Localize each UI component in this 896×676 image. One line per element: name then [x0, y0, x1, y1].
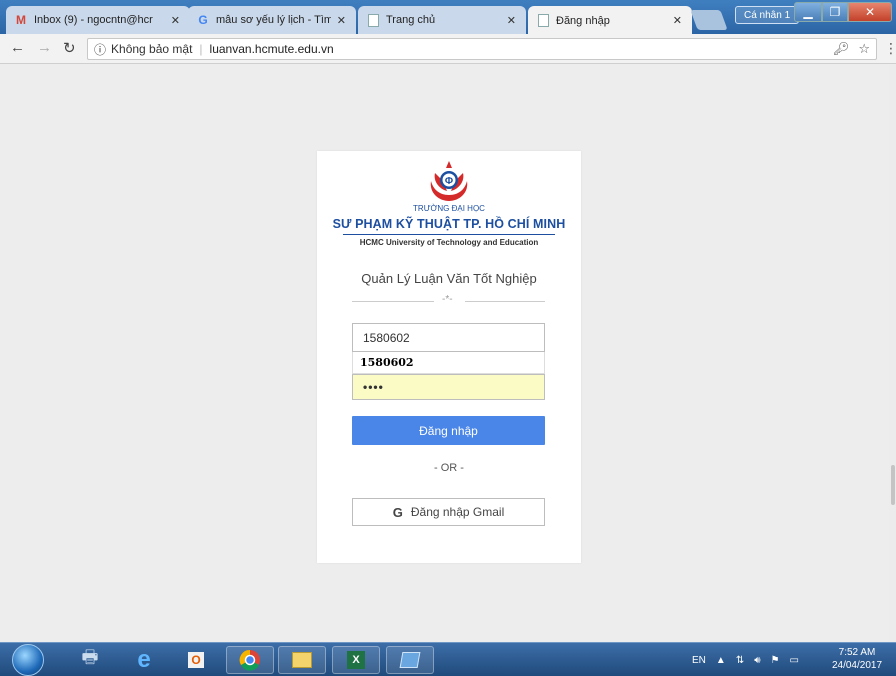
separator: |: [199, 42, 203, 56]
info-icon[interactable]: ⓘ: [94, 41, 106, 58]
divider-mark: -*-: [442, 294, 453, 305]
menu-dots-icon[interactable]: ⋮: [884, 40, 896, 57]
tab-close-icon[interactable]: ✕: [337, 14, 346, 27]
gmail-icon: M: [16, 13, 26, 27]
page-icon: [366, 13, 380, 27]
svg-text:Φ: Φ: [445, 176, 453, 187]
display-icon[interactable]: ▭: [789, 655, 798, 666]
scrollbar-thumb[interactable]: [891, 465, 895, 505]
university-name: SƯ PHẠM KỸ THUẬT TP. HỒ CHÍ MINH: [332, 217, 566, 231]
language-indicator[interactable]: EN: [692, 655, 706, 666]
internet-explorer-icon[interactable]: e: [120, 646, 168, 674]
tab-close-icon[interactable]: ✕: [507, 14, 516, 27]
scrollbar[interactable]: [889, 65, 896, 642]
bookmark-star-icon[interactable]: ☆: [858, 41, 870, 57]
app-title: Quản Lý Luận Văn Tốt Nghiệp: [361, 271, 537, 286]
autocomplete-suggestion[interactable]: 1580602: [352, 352, 545, 374]
security-label: Không bảo mật: [111, 42, 193, 56]
system-tray: EN ▲ ⇅ 🔊︎ ⚑ ▭: [692, 643, 799, 676]
maximize-icon[interactable]: ❐: [822, 2, 848, 22]
browser-tab-strip: M Inbox (9) - ngocntn@hcr ✕ G mẫu sơ yếu…: [0, 0, 896, 35]
tab-google-search[interactable]: G mẫu sơ yếu lý lịch - Tìm ✕: [188, 6, 356, 34]
university-underline: [343, 234, 555, 235]
tray-expand-icon[interactable]: ▲: [716, 655, 726, 666]
excel-icon[interactable]: X: [332, 646, 380, 674]
chrome-icon[interactable]: [226, 646, 274, 674]
url-text[interactable]: luanvan.hcmute.edu.vn: [210, 42, 334, 56]
tab-title: mẫu sơ yếu lý lịch - Tìm: [216, 14, 331, 26]
tab-close-icon[interactable]: ✕: [673, 14, 682, 27]
new-tab-button[interactable]: [690, 10, 728, 30]
clock-date: 24/04/2017: [831, 660, 883, 671]
reload-icon[interactable]: ↻: [63, 39, 76, 57]
tab-trang-chu[interactable]: Trang chủ ✕: [358, 6, 526, 34]
username-input[interactable]: 1580602: [352, 323, 545, 352]
start-button-icon[interactable]: [12, 644, 44, 676]
taskbar-clock[interactable]: 7:52 AM 24/04/2017: [826, 646, 888, 672]
tab-title: Trang chủ: [386, 14, 436, 26]
forward-arrow-icon[interactable]: →: [37, 39, 52, 56]
university-prefix: TRƯỜNG ĐẠI HỌC: [413, 204, 485, 213]
tab-title: Inbox (9) - ngocntn@hcr: [34, 14, 153, 26]
printer-app-icon[interactable]: 🖶︎: [66, 646, 114, 674]
google-icon: G: [198, 13, 208, 27]
profile-button[interactable]: Cá nhân 1: [735, 6, 800, 24]
action-center-flag-icon[interactable]: ⚑: [771, 655, 780, 666]
password-input[interactable]: ••••: [352, 374, 545, 400]
address-bar[interactable]: ⓘ Không bảo mật | luanvan.hcmute.edu.vn …: [87, 38, 877, 60]
university-english-name: HCMC University of Technology and Educat…: [359, 238, 539, 247]
tab-close-icon[interactable]: ✕: [171, 14, 180, 27]
windows-taskbar: 🖶︎ e O X EN ▲ ⇅ 🔊︎ ⚑ ▭ 7:52 AM 24/04/201…: [0, 642, 896, 676]
window-close-icon[interactable]: ✕: [848, 2, 892, 22]
browser-toolbar: ← → ↻ ⓘ Không bảo mật | luanvan.hcmute.e…: [0, 34, 896, 64]
tab-title: Đăng nhập: [556, 14, 610, 27]
university-logo-icon: Φ: [430, 161, 468, 201]
gmail-login-label: Đăng nhập Gmail: [410, 505, 505, 519]
back-arrow-icon[interactable]: ←: [10, 39, 25, 56]
google-g-icon: G: [392, 504, 403, 520]
clock-time: 7:52 AM: [838, 647, 876, 658]
or-separator: - OR -: [434, 462, 464, 474]
minimize-icon[interactable]: ▁: [794, 2, 822, 22]
login-button[interactable]: Đăng nhập: [352, 416, 545, 445]
divider-left: [352, 301, 434, 302]
tab-gmail[interactable]: M Inbox (9) - ngocntn@hcr ✕: [6, 6, 190, 34]
app-window-icon[interactable]: [386, 646, 434, 674]
key-icon[interactable]: 🔑︎: [833, 41, 850, 57]
gmail-login-button[interactable]: G Đăng nhập Gmail: [352, 498, 545, 526]
outlook-icon[interactable]: O: [172, 646, 220, 674]
tab-dang-nhap[interactable]: Đăng nhập ✕: [528, 6, 692, 35]
divider-right: [465, 301, 545, 302]
network-icon[interactable]: ⇅: [736, 655, 744, 666]
login-card: Φ TRƯỜNG ĐẠI HỌC SƯ PHẠM KỸ THUẬT TP. HỒ…: [317, 151, 581, 563]
file-explorer-icon[interactable]: [278, 646, 326, 674]
volume-icon[interactable]: 🔊︎: [754, 655, 760, 666]
page-icon: [536, 14, 550, 28]
